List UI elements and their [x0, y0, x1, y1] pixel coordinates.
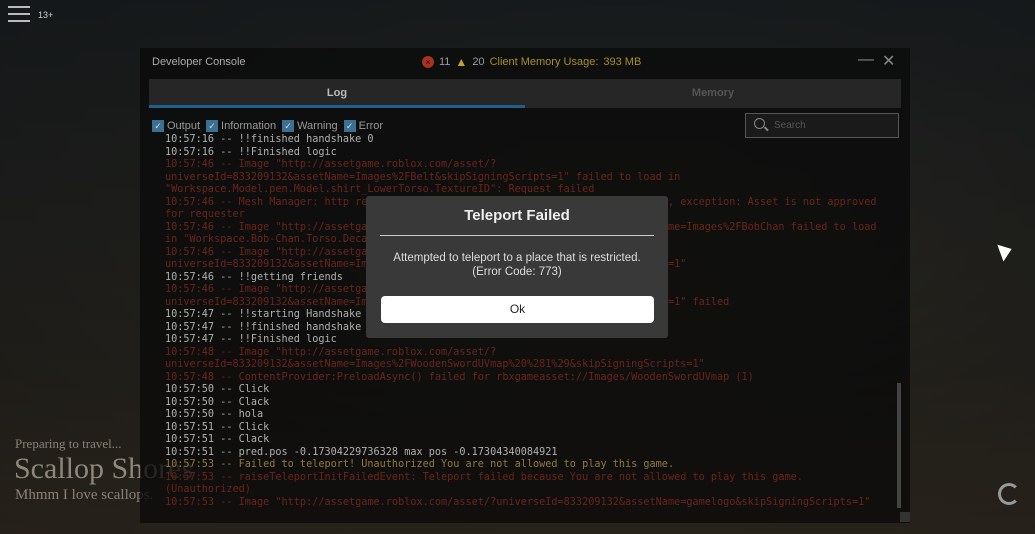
- log-entry-output: 10:57:50 -- Click: [165, 384, 893, 397]
- console-tabs: Log Memory: [149, 79, 901, 108]
- dialog-divider: [380, 235, 654, 236]
- warning-count: 20: [472, 56, 485, 68]
- log-text: 10:57:50 -- Clack: [165, 396, 270, 408]
- log-text: 10:57:51 -- Clack: [165, 434, 270, 445]
- memory-value: 393 MB: [603, 56, 642, 68]
- log-text: 10:57:16 -- !!Finished logic: [165, 146, 337, 158]
- log-text: 10:57:47 -- !!starting Handshake: [165, 309, 362, 320]
- warning-icon: ▲: [455, 55, 468, 69]
- minimize-button[interactable]: —: [858, 51, 874, 69]
- log-entry-output: 10:57:16 -- !!finished handshake 0: [165, 134, 893, 147]
- error-icon: ×: [422, 56, 434, 68]
- place-description: Mhmm I love scallops.: [15, 487, 154, 503]
- filter-label: Error: [358, 120, 384, 132]
- log-entry-error: 10:57:46 -- Image "http://assetgame.robl…: [165, 159, 893, 197]
- console-stats: × 11 ▲ 20 Client Memory Usage: 393 MB: [422, 55, 641, 69]
- dialog-message: Attempted to teleport to a place that is…: [393, 252, 641, 264]
- log-text: 10:57:53 -- raiseTeleportInitFailedEvent…: [165, 471, 810, 496]
- log-entry-output: 10:57:51 -- pred.pos -0.17304229736328 m…: [165, 447, 893, 460]
- log-text: 10:57:51 -- Click: [165, 421, 270, 433]
- log-entry-output: 10:57:51 -- Click: [165, 422, 893, 435]
- log-text: 10:57:48 -- Image "http://assetgame.robl…: [165, 346, 705, 371]
- log-entry-output: 10:57:16 -- !!Finished logic: [165, 147, 893, 160]
- loading-status: Preparing to travel...: [15, 436, 122, 451]
- filter-output[interactable]: ✓ Output: [152, 120, 200, 132]
- age-rating: 13+: [38, 10, 54, 20]
- search-placeholder: Search: [774, 120, 806, 131]
- memory-label: Client Memory Usage:: [489, 56, 599, 68]
- checkbox-checked-icon[interactable]: ✓: [343, 120, 356, 132]
- log-entry-warning: ▲10:57:53 -- Failed to teleport! Unautho…: [165, 459, 893, 472]
- dialog-title: Teleport Failed: [464, 207, 570, 224]
- log-scrollbar[interactable]: [897, 383, 901, 508]
- teleport-failed-dialog: Teleport Failed Attempted to teleport to…: [366, 196, 668, 338]
- ok-button[interactable]: Ok: [381, 296, 654, 323]
- log-text: 10:57:46 -- !!getting friends: [165, 271, 343, 283]
- resize-handle[interactable]: [900, 512, 910, 522]
- filter-error[interactable]: ✓ Error: [343, 120, 384, 132]
- log-text: 10:57:47 -- !!finished handshake 0: [165, 321, 374, 333]
- log-entry-output: 10:57:50 -- hola: [165, 409, 893, 422]
- loading-spinner-icon: [998, 483, 1020, 505]
- log-text: 10:57:53 -- Image "http://assetgame.robl…: [165, 496, 871, 508]
- filter-warning[interactable]: ✓ Warning: [282, 120, 338, 132]
- log-text: 10:57:53 -- Failed to teleport! Unauthor…: [165, 459, 675, 470]
- log-entry-output: 10:57:51 -- Clack: [165, 434, 893, 447]
- filter-information[interactable]: ✓ Information: [206, 120, 276, 132]
- log-entry-error: 10:57:48 -- Image "http://assetgame.robl…: [165, 347, 893, 372]
- log-text: 10:57:50 -- Click: [165, 384, 270, 395]
- error-count: 11: [439, 56, 451, 68]
- close-button[interactable]: ✕: [882, 51, 895, 71]
- console-title: Developer Console: [152, 56, 246, 68]
- checkbox-checked-icon[interactable]: ✓: [152, 120, 164, 132]
- log-text: 10:57:50 -- hola: [165, 409, 264, 420]
- menu-icon[interactable]: [8, 6, 30, 27]
- log-text: 10:57:47 -- !!Finished logic: [165, 334, 337, 345]
- checkbox-checked-icon[interactable]: ✓: [282, 120, 295, 132]
- log-entry-error: 10:57:48 -- ContentProvider:PreloadAsync…: [165, 372, 893, 385]
- tab-memory[interactable]: Memory: [525, 79, 901, 108]
- tab-log[interactable]: Log: [149, 79, 525, 108]
- log-text: 10:57:48 -- ContentProvider:PreloadAsync…: [165, 371, 754, 383]
- filter-label: Warning: [297, 120, 338, 132]
- log-entry-error: 10:57:53 -- raiseTeleportInitFailedEvent…: [165, 472, 893, 497]
- filter-label: Information: [221, 120, 277, 132]
- search-icon: [754, 118, 765, 129]
- dialog-error-code: (Error Code: 773): [472, 266, 562, 278]
- log-entry-output: 10:57:50 -- Clack: [165, 397, 893, 410]
- log-filters: ✓ Output ✓ Information ✓ Warning ✓ Error: [152, 120, 385, 132]
- checkbox-checked-icon[interactable]: ✓: [206, 120, 219, 132]
- filter-label: Output: [167, 120, 201, 132]
- log-text: 10:57:46 -- Image "http://assetgame.robl…: [165, 159, 687, 195]
- log-text: 10:57:16 -- !!finished handshake 0: [165, 134, 374, 145]
- log-text: 10:57:51 -- pred.pos -0.17304229736328 m…: [165, 446, 558, 458]
- console-titlebar[interactable]: Developer Console × 11 ▲ 20 Client Memor…: [140, 48, 910, 74]
- log-entry-error: 10:57:53 -- Image "http://assetgame.robl…: [165, 497, 893, 510]
